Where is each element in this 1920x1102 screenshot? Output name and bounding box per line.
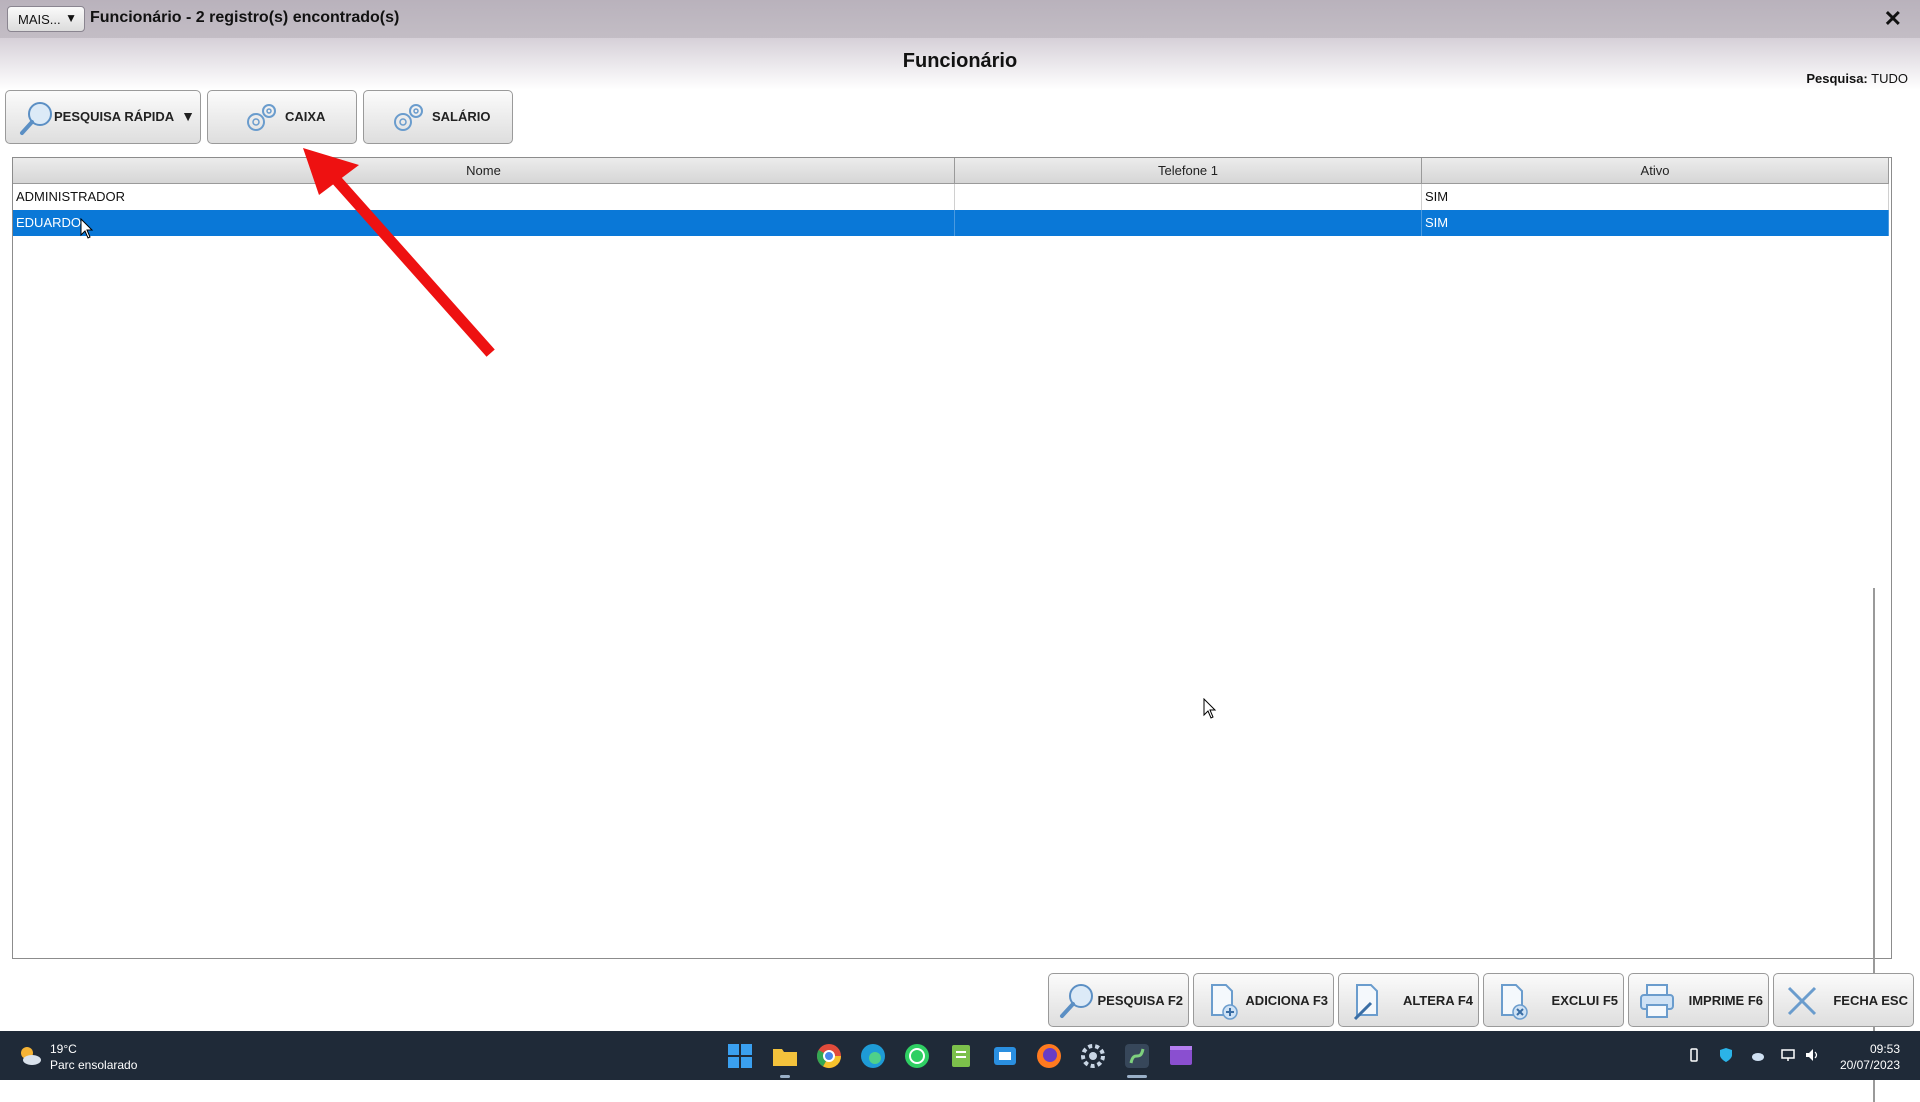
media-app-icon[interactable] — [1166, 1041, 1196, 1071]
grid-header: Nome Telefone 1 Ativo — [13, 158, 1889, 184]
mouse-cursor-icon — [80, 218, 94, 239]
salary-button[interactable]: SALÁRIO — [363, 90, 513, 144]
column-header-telefone[interactable]: Telefone 1 — [955, 158, 1422, 184]
printer-icon — [1640, 984, 1674, 1018]
windows-start-icon[interactable] — [725, 1041, 755, 1071]
network-icon[interactable] — [1780, 1047, 1796, 1063]
remote-app-icon[interactable] — [990, 1041, 1020, 1071]
column-header-nome[interactable]: Nome — [13, 158, 955, 184]
close-esc-label: FECHA ESC — [1833, 993, 1908, 1008]
cash-label: CAIXA — [285, 109, 326, 124]
dropdown-arrow-icon: ▼ — [65, 11, 77, 25]
table-row-selected[interactable]: EDUARDO SIM — [13, 210, 1889, 236]
cell-telefone — [955, 210, 1422, 236]
firefox-icon[interactable] — [1034, 1041, 1064, 1071]
column-header-ativo[interactable]: Ativo — [1422, 158, 1889, 184]
search-scope-value: TUDO — [1871, 71, 1908, 86]
cell-nome: EDUARDO — [13, 210, 955, 236]
chrome-icon[interactable] — [814, 1041, 844, 1071]
weather-temperature: 19°C — [50, 1042, 77, 1056]
cell-ativo: SIM — [1422, 184, 1889, 210]
cell-nome: ADMINISTRADOR — [13, 184, 955, 210]
running-indicator — [780, 1075, 790, 1078]
search-f2-label: PESQUISA F2 — [1097, 993, 1183, 1008]
quick-search-label: PESQUISA RÁPIDA — [54, 109, 175, 124]
file-explorer-icon[interactable] — [770, 1041, 800, 1071]
mouse-cursor-icon — [1203, 698, 1217, 719]
title-bar: MAIS... ▼ Funcionário - 2 registro(s) en… — [0, 0, 1920, 38]
notepad-icon[interactable] — [946, 1041, 976, 1071]
close-window-icon[interactable]: ✕ — [1884, 6, 1902, 32]
print-f6-button[interactable]: IMPRIME F6 — [1628, 973, 1769, 1027]
table-row[interactable]: ADMINISTRADOR SIM — [13, 184, 1889, 210]
delete-f5-button[interactable]: EXCLUI F5 — [1483, 973, 1624, 1027]
clock-date[interactable]: 20/07/2023 — [1840, 1058, 1900, 1072]
search-f2-button[interactable]: PESQUISA F2 — [1048, 973, 1189, 1027]
settings-gear-icon[interactable] — [1078, 1041, 1108, 1071]
volume-icon[interactable] — [1804, 1047, 1820, 1063]
search-scope: Pesquisa: TUDO — [1806, 71, 1908, 86]
weather-partly-sunny-icon[interactable] — [18, 1044, 42, 1068]
close-esc-button[interactable]: FECHA ESC — [1773, 973, 1914, 1027]
taskbar: 19°C Parc ensolarado 09:53 20/07/2023 — [0, 1031, 1920, 1080]
salary-label: SALÁRIO — [432, 109, 491, 124]
more-menu-button[interactable]: MAIS... ▼ — [7, 6, 85, 32]
gears-icon — [247, 104, 276, 131]
edit-f4-button[interactable]: ALTERA F4 — [1338, 973, 1479, 1027]
magnifier-icon — [1060, 984, 1093, 1018]
system-app-icon[interactable] — [1122, 1041, 1152, 1071]
search-scope-label: Pesquisa: — [1806, 71, 1868, 86]
close-icon — [1787, 986, 1817, 1016]
cell-telefone — [955, 184, 1422, 210]
page-title: Funcionário — [902, 50, 1018, 72]
print-f6-label: IMPRIME F6 — [1688, 993, 1763, 1008]
cash-button[interactable]: CAIXA — [207, 90, 357, 144]
quick-search-button[interactable]: PESQUISA RÁPIDA ▼ — [5, 90, 201, 144]
clock-time[interactable]: 09:53 — [1870, 1042, 1900, 1056]
delete-document-icon — [1501, 984, 1528, 1020]
more-menu-label: MAIS... — [18, 11, 61, 27]
quick-search-dropdown-icon[interactable]: ▼ — [181, 108, 195, 124]
employee-grid[interactable]: Nome Telefone 1 Ativo ADMINISTRADOR SIM … — [12, 157, 1892, 1102]
usb-device-icon[interactable] — [1686, 1047, 1702, 1063]
whatsapp-icon[interactable] — [902, 1041, 932, 1071]
delete-f5-label: EXCLUI F5 — [1551, 993, 1618, 1008]
cloud-icon[interactable] — [1750, 1047, 1766, 1063]
cell-ativo: SIM — [1422, 210, 1889, 236]
weather-description: Parc ensolarado — [50, 1058, 138, 1072]
edit-f4-label: ALTERA F4 — [1402, 993, 1473, 1008]
window-title: Funcionário - 2 registro(s) encontrado(s… — [90, 9, 400, 26]
active-indicator — [1127, 1075, 1147, 1078]
security-shield-icon[interactable] — [1718, 1047, 1734, 1063]
application-window: MAIS... ▼ Funcionário - 2 registro(s) en… — [0, 0, 1920, 1102]
edge-icon[interactable] — [858, 1041, 888, 1071]
add-f3-button[interactable]: ADICIONA F3 — [1193, 973, 1334, 1027]
edit-document-icon — [1353, 984, 1378, 1021]
add-f3-label: ADICIONA F3 — [1245, 993, 1328, 1008]
magnifier-icon — [20, 102, 52, 135]
add-document-icon — [1211, 984, 1238, 1020]
gears-icon — [394, 104, 423, 131]
